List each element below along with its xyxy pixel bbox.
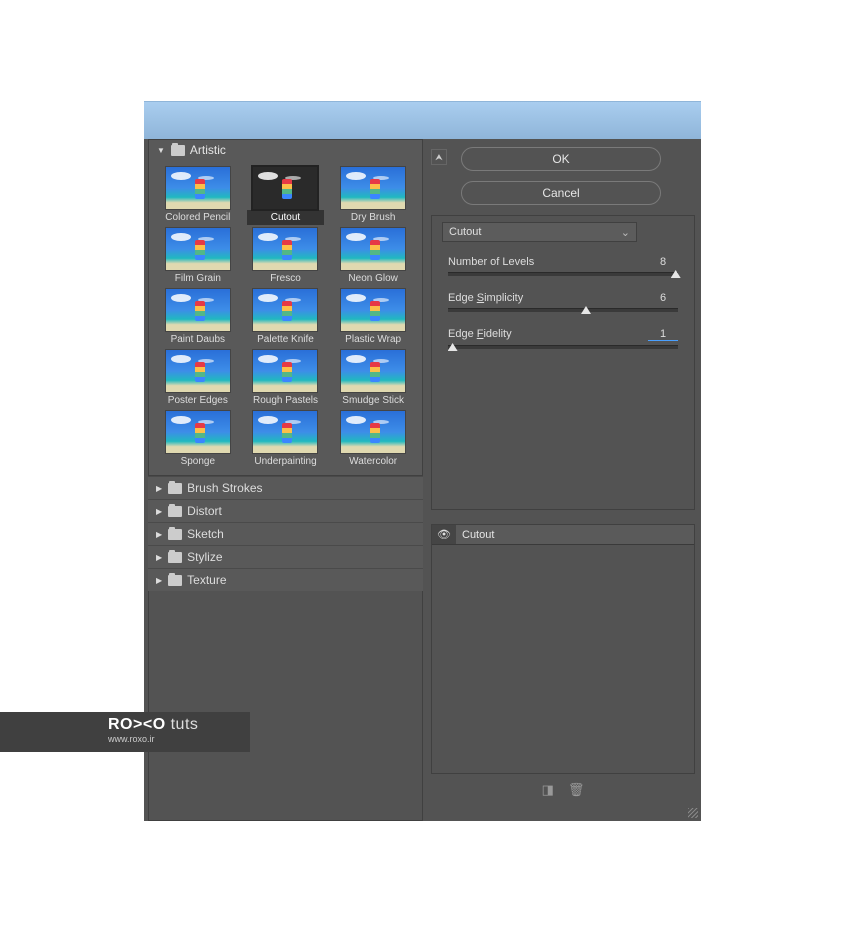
param-edge-simplicity: Edge Simplicity 6 bbox=[442, 292, 684, 312]
filter-parameters: Cutout Number of Levels 8 Edge Simplicit… bbox=[431, 215, 695, 510]
layer-action-buttons: ◨ 🗑 bbox=[431, 782, 695, 798]
slider-handle[interactable] bbox=[448, 343, 458, 351]
fidelity-slider[interactable] bbox=[448, 345, 678, 349]
folder-icon bbox=[168, 552, 182, 563]
category-texture[interactable]: Texture bbox=[148, 568, 423, 591]
delete-effect-layer-button[interactable]: 🗑 bbox=[568, 782, 585, 798]
slider-handle[interactable] bbox=[671, 270, 681, 278]
category-artistic-section: Artistic Colored Pencil Cutout Dry Brush… bbox=[148, 139, 423, 476]
dialog-titlebar[interactable] bbox=[144, 102, 701, 139]
watermark-url: www.roxo.ir bbox=[108, 734, 250, 744]
filter-underpainting[interactable]: Underpainting bbox=[247, 410, 325, 469]
filter-sponge[interactable]: Sponge bbox=[159, 410, 237, 469]
watermark-brand: RO><O tuts bbox=[108, 716, 250, 734]
effect-layer-row[interactable]: 👁 Cutout bbox=[432, 525, 694, 545]
ok-button[interactable]: OK bbox=[461, 147, 661, 171]
param-label: Edge Simplicity bbox=[448, 292, 523, 304]
filter-smudge-stick[interactable]: Smudge Stick bbox=[334, 349, 412, 408]
filter-colored-pencil[interactable]: Colored Pencil bbox=[159, 166, 237, 225]
category-label: Artistic bbox=[190, 143, 226, 157]
resize-grip-icon[interactable] bbox=[688, 808, 698, 818]
filter-select-dropdown[interactable]: Cutout bbox=[442, 222, 637, 242]
filter-dry-brush[interactable]: Dry Brush bbox=[334, 166, 412, 225]
triangle-closed-icon bbox=[156, 553, 162, 562]
param-number-of-levels: Number of Levels 8 bbox=[442, 256, 684, 276]
filter-thumbnail-grid: Colored Pencil Cutout Dry Brush Film Gra… bbox=[149, 160, 422, 469]
filter-rough-pastels[interactable]: Rough Pastels bbox=[247, 349, 325, 408]
triangle-open-icon bbox=[157, 146, 165, 155]
category-sketch[interactable]: Sketch bbox=[148, 522, 423, 545]
categories-empty-area bbox=[148, 591, 423, 821]
filter-paint-daubs[interactable]: Paint Daubs bbox=[159, 288, 237, 347]
filter-poster-edges[interactable]: Poster Edges bbox=[159, 349, 237, 408]
filter-watercolor[interactable]: Watercolor bbox=[334, 410, 412, 469]
param-value-input[interactable]: 8 bbox=[648, 256, 678, 268]
triangle-closed-icon bbox=[156, 530, 162, 539]
triangle-closed-icon bbox=[156, 507, 162, 516]
slider-handle[interactable] bbox=[581, 306, 591, 314]
new-effect-layer-button[interactable]: ◨ bbox=[542, 782, 554, 798]
filter-neon-glow[interactable]: Neon Glow bbox=[334, 227, 412, 286]
filter-cutout[interactable]: Cutout bbox=[247, 166, 325, 225]
param-edge-fidelity: Edge Fidelity 1 bbox=[442, 328, 684, 349]
levels-slider[interactable] bbox=[448, 272, 678, 276]
watermark-overlay: RO><O tuts www.roxo.ir bbox=[0, 712, 250, 752]
simplicity-slider[interactable] bbox=[448, 308, 678, 312]
param-value-input[interactable]: 6 bbox=[648, 292, 678, 304]
filter-plastic-wrap[interactable]: Plastic Wrap bbox=[334, 288, 412, 347]
folder-icon bbox=[168, 575, 182, 586]
effect-layers-panel: 👁 Cutout bbox=[431, 524, 695, 774]
folder-icon bbox=[168, 506, 182, 517]
category-artistic-header[interactable]: Artistic bbox=[149, 140, 422, 160]
triangle-closed-icon bbox=[156, 484, 162, 493]
param-label: Number of Levels bbox=[448, 256, 534, 268]
triangle-closed-icon bbox=[156, 576, 162, 585]
category-brush-strokes[interactable]: Brush Strokes bbox=[148, 476, 423, 499]
param-value-input[interactable]: 1 bbox=[648, 328, 678, 341]
effect-layer-label: Cutout bbox=[456, 525, 694, 544]
folder-icon bbox=[171, 145, 185, 156]
visibility-eye-icon[interactable]: 👁 bbox=[432, 528, 456, 541]
category-stylize[interactable]: Stylize bbox=[148, 545, 423, 568]
cancel-button[interactable]: Cancel bbox=[461, 181, 661, 205]
filter-fresco[interactable]: Fresco bbox=[247, 227, 325, 286]
folder-icon bbox=[168, 483, 182, 494]
param-label: Edge Fidelity bbox=[448, 328, 512, 341]
filter-film-grain[interactable]: Film Grain bbox=[159, 227, 237, 286]
category-distort[interactable]: Distort bbox=[148, 499, 423, 522]
filter-options-panel: ⮝ OK Cancel Cutout Number of Levels 8 Ed… bbox=[427, 139, 701, 821]
collapse-thumbnails-button[interactable]: ⮝ bbox=[431, 149, 447, 165]
folder-icon bbox=[168, 529, 182, 540]
filter-palette-knife[interactable]: Palette Knife bbox=[247, 288, 325, 347]
